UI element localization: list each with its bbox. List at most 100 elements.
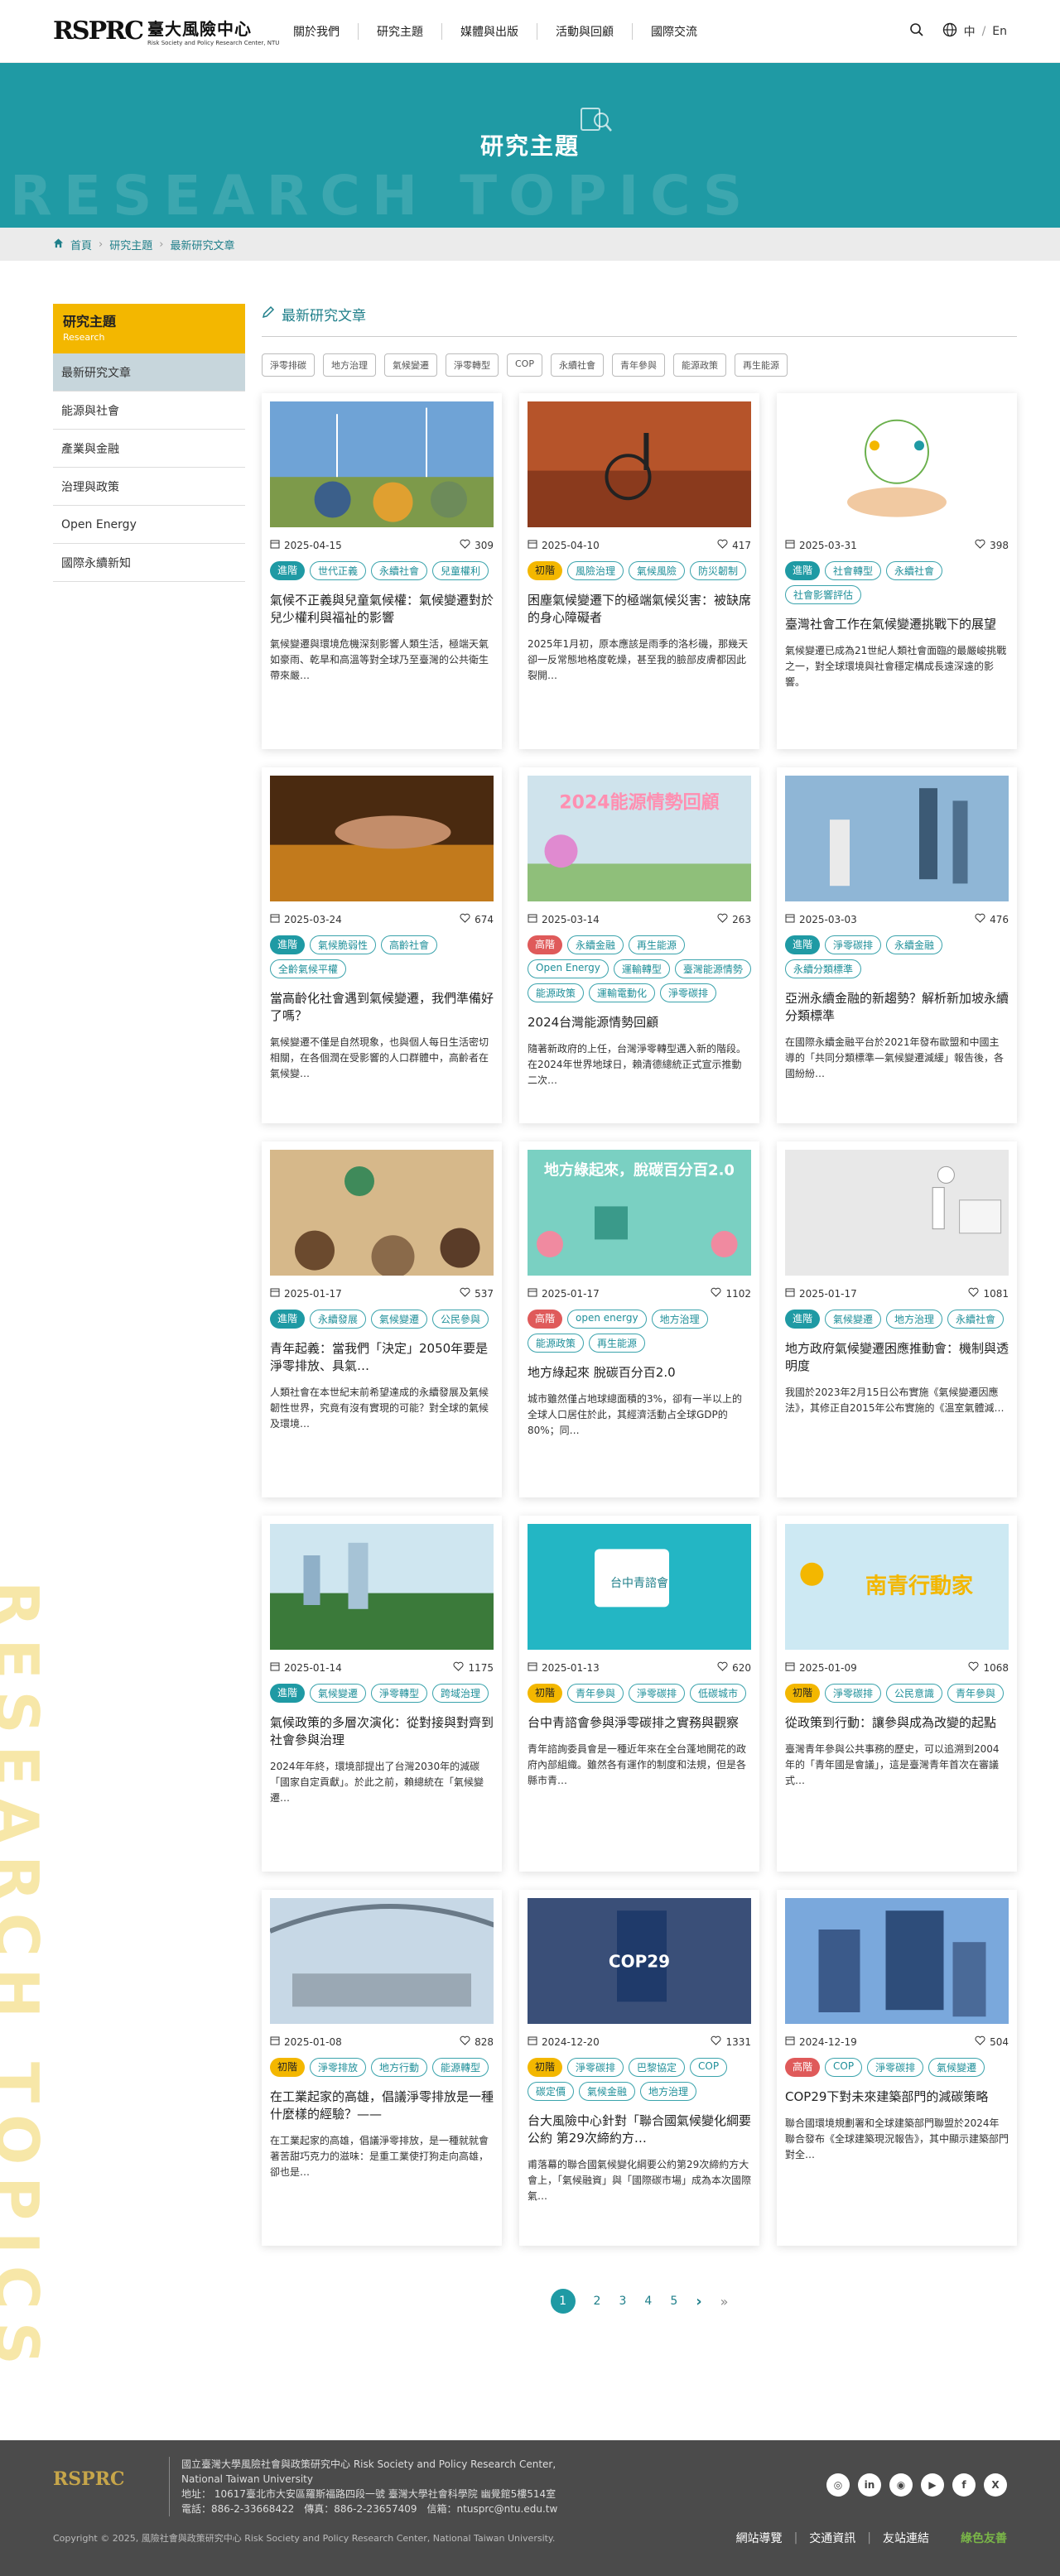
- article-tag-chip[interactable]: Open Energy: [528, 959, 609, 978]
- article-tag-chip[interactable]: 再生能源: [629, 935, 686, 954]
- article-card[interactable]: 2025-01-08 828 初階 淨零排放 地方行動 能源轉型 在工業起家的高雄，倡議淨零…: [262, 1890, 502, 2246]
- article-tag-chip[interactable]: 低碳城市: [690, 1684, 747, 1703]
- article-card[interactable]: 2024能源情勢回顧 2025-03-14 263 高階 永續金融 再生能源 Open En…: [519, 767, 759, 1123]
- linkedin-icon[interactable]: in: [858, 2473, 881, 2497]
- article-title[interactable]: 困塵氣候變遷下的極端氣候災害：被缺席的身心障礙者: [528, 592, 751, 627]
- article-tag-chip[interactable]: 永續金融: [886, 935, 943, 954]
- article-card[interactable]: 2024-12-19 504 高階 COP 淨零碳排 氣候變遷 COP29下對未來建築部門的…: [777, 1890, 1017, 2246]
- tag-filter-button[interactable]: 永續社會: [550, 353, 604, 377]
- article-likes[interactable]: 537: [460, 1287, 494, 1300]
- breadcrumb-research[interactable]: 研究主題: [109, 237, 152, 252]
- article-tag-chip[interactable]: COP: [690, 2058, 728, 2077]
- search-icon[interactable]: [909, 22, 924, 41]
- nav-media[interactable]: 媒體與出版: [441, 22, 537, 40]
- article-title[interactable]: 臺灣社會工作在氣候變遷挑戰下的展望: [785, 616, 1009, 633]
- article-tag-chip[interactable]: 氣候變遷: [310, 1684, 367, 1703]
- article-tag-chip[interactable]: 氣候脆弱性: [310, 935, 377, 954]
- page-2-button[interactable]: 2: [594, 2295, 601, 2308]
- article-card[interactable]: COP29 2024-12-20 1331 初階 淨零碳排 巴黎協定 COP 碳定價 氣候金融地…: [519, 1890, 759, 2246]
- article-title[interactable]: 亞洲永續金融的新趨勢？解析新加坡永續分類標準: [785, 990, 1009, 1025]
- article-tag-chip[interactable]: 永續發展: [310, 1310, 367, 1329]
- article-card[interactable]: 台中青諮會 2025-01-13 620 初階 青年參與 淨零碳排 低碳城市 台中青諮會參與淨…: [519, 1516, 759, 1872]
- article-tag-chip[interactable]: 淨零碳排: [825, 935, 882, 954]
- article-tag-chip[interactable]: 氣候變遷: [371, 1310, 428, 1329]
- article-card[interactable]: 2025-01-14 1175 進階 氣候變遷 淨零轉型 跨域治理 氣候政策的多層次演化：從…: [262, 1516, 502, 1872]
- article-likes[interactable]: 476: [975, 913, 1009, 925]
- last-page-button[interactable]: »: [720, 2294, 729, 2309]
- article-title[interactable]: COP29下對未來建築部門的減碳策略: [785, 2088, 1009, 2106]
- article-tag-chip[interactable]: 公民意識: [886, 1684, 943, 1703]
- podcast-icon[interactable]: ◉: [889, 2473, 913, 2497]
- article-tag-chip[interactable]: 青年參與: [567, 1684, 624, 1703]
- article-thumbnail[interactable]: [270, 1524, 494, 1650]
- tag-filter-button[interactable]: 青年參與: [611, 353, 665, 377]
- page-3-button[interactable]: 3: [619, 2295, 626, 2308]
- tag-filter-button[interactable]: 淨零排碳: [262, 353, 315, 377]
- article-card[interactable]: 2025-04-10 417 初階 風險治理 氣候風險 防災韌制 困塵氣候變遷下的極端氣候災…: [519, 393, 759, 749]
- article-title[interactable]: 地方政府氣候變遷困應推動會：機制與透明度: [785, 1340, 1009, 1375]
- sidebar-item-governance[interactable]: 治理與政策: [53, 468, 245, 506]
- green-badge[interactable]: 綠色友善: [961, 2530, 1007, 2546]
- article-tag-chip[interactable]: 淨零碳排: [660, 983, 717, 1002]
- article-title[interactable]: 2024台灣能源情勢回顧: [528, 1014, 751, 1031]
- article-card[interactable]: 南青行動家 2025-01-09 1068 初階 淨零碳排 公民意識 青年參與 從政策到行動：…: [777, 1516, 1017, 1872]
- tag-filter-button[interactable]: 地方治理: [323, 353, 376, 377]
- article-title[interactable]: 台中青諮會參與淨零碳排之實務與觀察: [528, 1714, 751, 1732]
- article-likes[interactable]: 504: [975, 2035, 1009, 2048]
- article-tag-chip[interactable]: 能源政策: [528, 983, 585, 1002]
- article-tag-chip[interactable]: 跨域治理: [432, 1684, 489, 1703]
- article-tag-chip[interactable]: 地方治理: [651, 1310, 708, 1329]
- page-1-button[interactable]: 1: [550, 2289, 576, 2314]
- article-likes[interactable]: 1081: [968, 1287, 1009, 1300]
- article-tag-chip[interactable]: 淨零碳排: [825, 1684, 882, 1703]
- tag-filter-button[interactable]: 淨零轉型: [446, 353, 499, 377]
- sidebar-item-global-news[interactable]: 國際永續新知: [53, 544, 245, 582]
- article-tag-chip[interactable]: 高齡社會: [381, 935, 438, 954]
- article-title[interactable]: 當高齡化社會遇到氣候變遷，我們準備好了嗎？: [270, 990, 494, 1025]
- article-thumbnail[interactable]: 台中青諮會: [528, 1524, 751, 1650]
- article-tag-chip[interactable]: 碳定價: [528, 2082, 575, 2101]
- article-tag-chip[interactable]: 淨零碳排: [629, 1684, 686, 1703]
- nav-international[interactable]: 國際交流: [632, 22, 716, 40]
- article-tag-chip[interactable]: 臺灣能源情勢: [674, 959, 751, 978]
- article-title[interactable]: 青年起義：當我們「決定」2050年要是淨零排放、具氣…: [270, 1340, 494, 1375]
- article-likes[interactable]: 417: [717, 539, 751, 551]
- tag-filter-button[interactable]: 氣候變遷: [384, 353, 437, 377]
- facebook-icon[interactable]: f: [952, 2473, 976, 2497]
- article-likes[interactable]: 620: [717, 1661, 751, 1674]
- article-tag-chip[interactable]: 淨零排放: [310, 2058, 367, 2077]
- breadcrumb-home[interactable]: 首頁: [70, 237, 92, 252]
- footer-sitemap-link[interactable]: 網站導覽: [736, 2530, 783, 2546]
- article-title[interactable]: 地方綠起來 脫碳百分百2.0: [528, 1364, 751, 1382]
- article-tag-chip[interactable]: 永續社會: [947, 1310, 1005, 1329]
- article-likes[interactable]: 828: [460, 2035, 494, 2048]
- article-card[interactable]: 地方綠起來，脫碳百分百2.0 2025-01-17 1102 高階 open energ…: [519, 1141, 759, 1497]
- article-thumbnail[interactable]: [785, 1150, 1009, 1276]
- article-title[interactable]: 在工業起家的高雄，倡議淨零排放是一種什麼樣的經驗？——: [270, 2088, 494, 2123]
- article-tag-chip[interactable]: 巴黎協定: [629, 2058, 686, 2077]
- article-tag-chip[interactable]: 氣候金融: [579, 2082, 636, 2101]
- article-card[interactable]: 2025-03-24 674 進階 氣候脆弱性 高齡社會 全齡氣候平權 當高齡化社會遇到氣候…: [262, 767, 502, 1123]
- article-tag-chip[interactable]: 氣候風險: [629, 561, 686, 580]
- article-tag-chip[interactable]: 防災韌制: [690, 561, 747, 580]
- article-tag-chip[interactable]: 運輸電動化: [589, 983, 656, 1002]
- article-likes[interactable]: 263: [717, 913, 751, 925]
- article-tag-chip[interactable]: 全齡氣候平權: [270, 959, 347, 978]
- article-title[interactable]: 從政策到行動：讓參與成為改變的起點: [785, 1714, 1009, 1732]
- article-card[interactable]: 2025-04-15 309 進階 世代正義 永續社會 兒童權利 氣候不正義與兒童氣候權：氣…: [262, 393, 502, 749]
- article-thumbnail[interactable]: [785, 401, 1009, 527]
- article-tag-chip[interactable]: 淨零碳排: [567, 2058, 624, 2077]
- article-tag-chip[interactable]: 永續社會: [886, 561, 943, 580]
- tag-filter-button[interactable]: COP: [507, 353, 542, 377]
- article-tag-chip[interactable]: 氣候變遷: [825, 1310, 882, 1329]
- article-tag-chip[interactable]: open energy: [567, 1310, 647, 1329]
- page-5-button[interactable]: 5: [670, 2295, 677, 2308]
- article-card[interactable]: 2025-03-03 476 進階 淨零碳排 永續金融 永續分類標準 亞洲永續金融的新趨勢？…: [777, 767, 1017, 1123]
- youtube-icon[interactable]: ▶: [921, 2473, 944, 2497]
- article-card[interactable]: 2025-01-17 537 進階 永續發展 氣候變遷 公民參與 青年起義：當我們「決定」2…: [262, 1141, 502, 1497]
- tag-filter-button[interactable]: 再生能源: [734, 353, 788, 377]
- article-tag-chip[interactable]: 公民參與: [432, 1310, 489, 1329]
- article-tag-chip[interactable]: 風險治理: [567, 561, 624, 580]
- article-likes[interactable]: 309: [460, 539, 494, 551]
- page-4-button[interactable]: 4: [644, 2295, 652, 2308]
